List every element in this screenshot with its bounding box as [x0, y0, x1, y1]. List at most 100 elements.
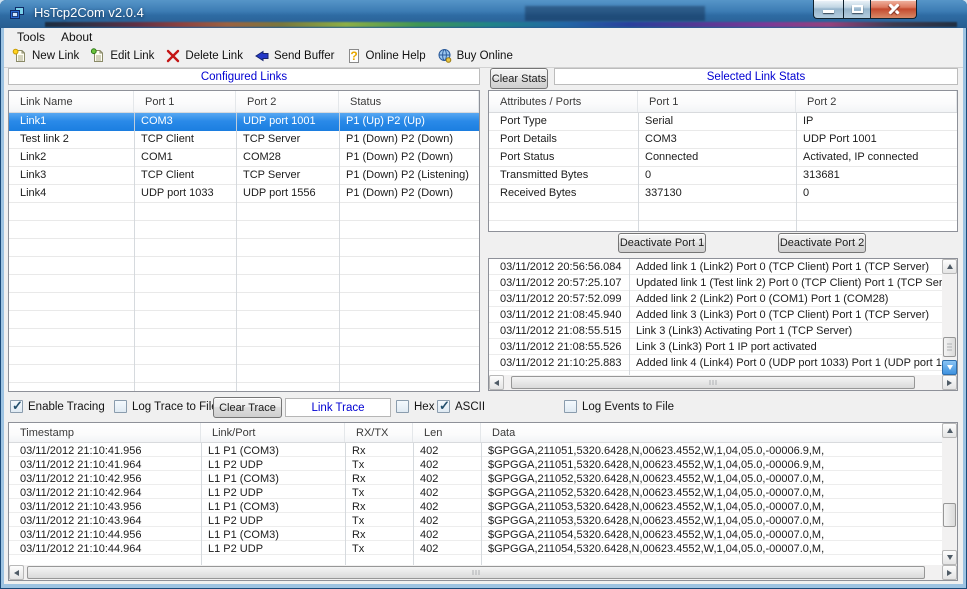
toolbar-button-send-buffer[interactable]: Send Buffer [250, 46, 342, 66]
table-row[interactable]: 03/11/2012 21:10:41.964L1 P2 UDPTx402$GP… [9, 457, 942, 471]
scroll-down-button[interactable] [942, 360, 957, 375]
table-row[interactable]: 03/11/2012 21:10:42.964L1 P2 UDPTx402$GP… [9, 485, 942, 499]
scrollbar-thumb[interactable] [27, 566, 925, 579]
event-log-hscrollbar[interactable] [489, 375, 957, 390]
toolbar-button-edit-link[interactable]: Edit Link [86, 46, 161, 66]
table-row[interactable]: Port StatusConnectedActivated, IP connec… [489, 149, 957, 167]
column-header[interactable]: Port 2 [796, 91, 957, 112]
table-row[interactable]: 03/11/2012 21:10:42.956L1 P1 (COM3)Rx402… [9, 471, 942, 485]
column-header[interactable]: Attributes / Ports [489, 91, 638, 112]
table-row[interactable]: Link3TCP ClientTCP ServerP1 (Down) P2 (L… [9, 167, 479, 185]
deactivate-port2-button[interactable]: Deactivate Port 2 [778, 233, 866, 253]
scroll-right-button[interactable] [942, 375, 957, 390]
table-row[interactable]: 03/11/2012 21:10:44.956L1 P1 (COM3)Rx402… [9, 527, 942, 541]
column-header[interactable]: Status [339, 91, 479, 112]
deactivate-port1-button[interactable]: Deactivate Port 1 [618, 233, 706, 253]
column-header[interactable]: Port 1 [134, 91, 236, 112]
scrollbar-thumb[interactable] [943, 337, 956, 357]
configured-links-header[interactable]: Link NamePort 1Port 2Status [9, 91, 479, 113]
scroll-left-button[interactable] [489, 375, 504, 390]
table-row[interactable]: Link2COM1COM28P1 (Down) P2 (Down) [9, 149, 479, 167]
list-item[interactable]: 03/11/2012 20:57:52.099Added link 2 (Lin… [489, 291, 942, 307]
close-button[interactable] [871, 0, 917, 19]
title-bar[interactable]: HsTcp2Com v2.0.4 [0, 0, 967, 28]
scroll-left-button[interactable] [9, 565, 24, 580]
trace-vscrollbar[interactable] [942, 423, 957, 565]
ascii-checkbox-group: ASCII [437, 400, 485, 413]
column-header[interactable]: Port 2 [236, 91, 339, 112]
toolbar-button-delete-link[interactable]: Delete Link [161, 46, 250, 66]
app-window: HsTcp2Com v2.0.4 ToolsAbout New LinkEdit… [0, 0, 967, 589]
column-header[interactable]: RX/TX [345, 423, 413, 442]
table-row[interactable]: Port TypeSerialIP [489, 113, 957, 131]
list-item[interactable]: 03/11/2012 21:08:55.526Link 3 (Link3) Po… [489, 339, 942, 355]
cell: $GPGGA,211054,5320.6428,N,00623.4552,W,1… [481, 541, 942, 555]
cell: 402 [413, 499, 481, 513]
menu-item-about[interactable]: About [53, 29, 100, 45]
enable-tracing-checkbox[interactable] [10, 400, 23, 413]
cell: P1 (Down) P2 (Down) [339, 131, 479, 149]
scroll-up-button[interactable] [942, 259, 957, 274]
glass-reflection [525, 6, 705, 21]
cell: Link 3 (Link3) Activating Port 1 (TCP Se… [629, 323, 942, 339]
scroll-down-button[interactable] [942, 550, 957, 565]
cell: P1 (Down) P2 (Down) [339, 185, 479, 203]
cell: 03/11/2012 21:08:55.515 [489, 323, 629, 339]
scroll-right-button[interactable] [942, 565, 957, 580]
cell: $GPGGA,211051,5320.6428,N,00623.4552,W,1… [481, 457, 942, 471]
clear-stats-button[interactable]: Clear Stats [490, 68, 548, 89]
scrollbar-thumb[interactable] [511, 376, 915, 389]
scroll-up-button[interactable] [942, 423, 957, 438]
cell: TCP Client [134, 167, 236, 185]
list-item[interactable]: 03/11/2012 21:08:55.515Link 3 (Link3) Ac… [489, 323, 942, 339]
cell: $GPGGA,211051,5320.6428,N,00623.4552,W,1… [481, 443, 942, 457]
table-row[interactable]: Test link 2TCP ClientTCP ServerP1 (Down)… [9, 131, 479, 149]
minimize-button[interactable] [813, 0, 843, 19]
column-header[interactable]: Link/Port [201, 423, 345, 442]
list-item[interactable]: 03/11/2012 20:57:25.107Updated link 1 (T… [489, 275, 942, 291]
ascii-checkbox[interactable] [437, 400, 450, 413]
cell: L1 P1 (COM3) [201, 499, 345, 513]
table-row[interactable]: 03/11/2012 21:10:41.956L1 P1 (COM3)Rx402… [9, 443, 942, 457]
toolbar-button-online-help[interactable]: ?Online Help [342, 46, 433, 66]
trace-table-header[interactable]: TimestampLink/PortRX/TXLenData [9, 423, 957, 443]
column-header[interactable]: Timestamp [9, 423, 201, 442]
cell: L1 P1 (COM3) [201, 527, 345, 541]
toolbar-button-buy-online[interactable]: Buy Online [433, 46, 520, 66]
maximize-button[interactable] [843, 0, 871, 19]
log-trace-checkbox[interactable] [114, 400, 127, 413]
column-header[interactable]: Data [481, 423, 957, 442]
table-row[interactable]: 03/11/2012 21:10:44.964L1 P2 UDPTx402$GP… [9, 541, 942, 555]
clear-trace-button[interactable]: Clear Trace [213, 397, 282, 418]
table-row[interactable]: 03/11/2012 21:10:43.964L1 P2 UDPTx402$GP… [9, 513, 942, 527]
hex-checkbox[interactable] [396, 400, 409, 413]
menu-item-tools[interactable]: Tools [9, 29, 53, 45]
arrow-right-icon [947, 380, 952, 386]
table-row[interactable]: Received Bytes3371300 [489, 185, 957, 203]
cell: Added link 4 (Link4) Port 0 (UDP port 10… [629, 355, 942, 371]
cell: P1 (Down) P2 (Down) [339, 149, 479, 167]
cell: 402 [413, 527, 481, 541]
table-row[interactable]: Link1COM3UDP port 1001P1 (Up) P2 (Up) [9, 113, 479, 131]
event-log-vscrollbar[interactable] [942, 259, 957, 375]
cell: Tx [345, 485, 413, 499]
list-item[interactable]: 03/11/2012 21:10:25.883Added link 4 (Lin… [489, 355, 942, 371]
toolbar-button-new-link[interactable]: New Link [8, 46, 86, 66]
link-stats-header[interactable]: Attributes / PortsPort 1Port 2 [489, 91, 957, 113]
table-row[interactable]: Link4UDP port 1033UDP port 1556P1 (Down)… [9, 185, 479, 203]
cell: 402 [413, 485, 481, 499]
column-header[interactable]: Len [413, 423, 481, 442]
table-row[interactable]: 03/11/2012 21:10:43.956L1 P1 (COM3)Rx402… [9, 499, 942, 513]
table-row[interactable]: Transmitted Bytes0313681 [489, 167, 957, 185]
list-item[interactable]: 03/11/2012 21:08:45.940Added link 3 (Lin… [489, 307, 942, 323]
table-row[interactable]: Port DetailsCOM3UDP Port 1001 [489, 131, 957, 149]
log-events-checkbox[interactable] [564, 400, 577, 413]
scrollbar-thumb[interactable] [943, 503, 956, 527]
trace-hscrollbar[interactable] [9, 565, 957, 580]
column-header[interactable]: Link Name [9, 91, 134, 112]
cell: L1 P2 UDP [201, 457, 345, 471]
column-header[interactable]: Port 1 [638, 91, 796, 112]
cell: Rx [345, 471, 413, 485]
list-item[interactable]: 03/11/2012 20:56:56.084Added link 1 (Lin… [489, 259, 942, 275]
hex-label: Hex [414, 401, 434, 413]
